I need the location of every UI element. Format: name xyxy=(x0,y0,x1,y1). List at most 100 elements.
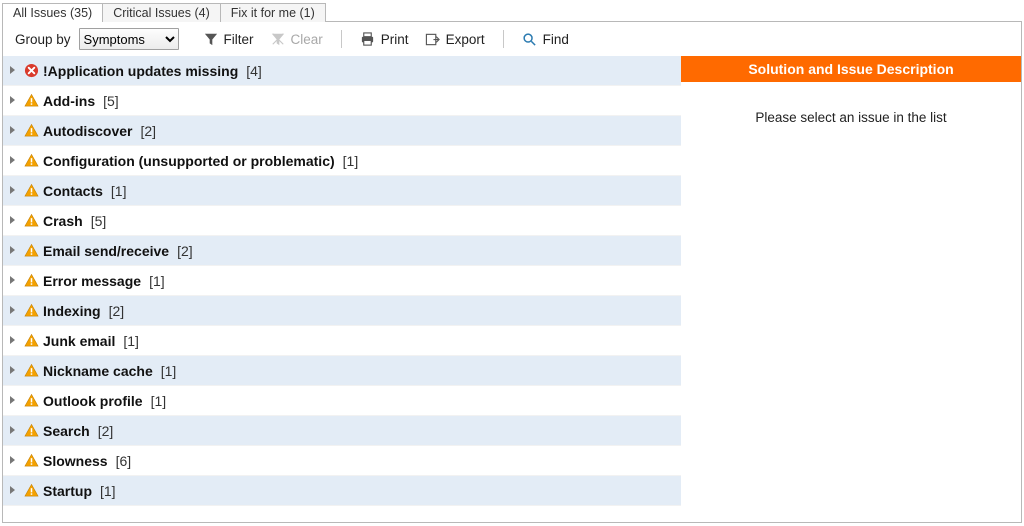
group-row[interactable]: Add-ins [5] xyxy=(3,86,681,116)
warning-icon xyxy=(23,453,39,469)
find-label: Find xyxy=(543,32,569,47)
filter-icon xyxy=(203,31,219,47)
group-label: Autodiscover xyxy=(43,123,132,139)
warning-icon xyxy=(23,483,39,499)
group-count: [2] xyxy=(177,243,193,259)
group-count: [1] xyxy=(100,483,116,499)
group-row[interactable]: !Application updates missing [4] xyxy=(3,56,681,86)
issue-group-list: !Application updates missing [4] Add-ins [5… xyxy=(3,56,681,522)
group-row[interactable]: Slowness [6] xyxy=(3,446,681,476)
error-icon xyxy=(23,63,39,79)
tab-critical-issues[interactable]: Critical Issues (4) xyxy=(102,3,221,22)
toolbar-separator xyxy=(503,30,504,48)
group-row[interactable]: Email send/receive [2] xyxy=(3,236,681,266)
tab-strip: All Issues (35)Critical Issues (4)Fix it… xyxy=(0,0,1024,22)
clear-button[interactable]: Clear xyxy=(264,29,329,49)
expand-icon xyxy=(9,246,19,256)
group-label: Startup xyxy=(43,483,92,499)
group-count: [2] xyxy=(98,423,114,439)
expand-icon xyxy=(9,66,19,76)
find-icon xyxy=(522,31,538,47)
content-area: !Application updates missing [4] Add-ins [5… xyxy=(3,56,1021,522)
toolbar-separator xyxy=(341,30,342,48)
group-row[interactable]: Startup [1] xyxy=(3,476,681,506)
group-row[interactable]: Contacts [1] xyxy=(3,176,681,206)
group-count: [1] xyxy=(343,153,359,169)
tab-fix-it-for-me[interactable]: Fix it for me (1) xyxy=(220,3,326,22)
group-by-select[interactable]: Symptoms xyxy=(79,28,179,50)
expand-icon xyxy=(9,306,19,316)
group-label: Crash xyxy=(43,213,83,229)
warning-icon xyxy=(23,123,39,139)
group-label: Junk email xyxy=(43,333,115,349)
warning-icon xyxy=(23,333,39,349)
group-label: Outlook profile xyxy=(43,393,143,409)
group-row[interactable]: Outlook profile[1] xyxy=(3,386,681,416)
print-icon xyxy=(360,31,376,47)
group-row[interactable]: Error message[1] xyxy=(3,266,681,296)
print-button[interactable]: Print xyxy=(354,29,415,49)
group-count: [5] xyxy=(103,93,119,109)
warning-icon xyxy=(23,393,39,409)
expand-icon xyxy=(9,186,19,196)
group-label: Email send/receive xyxy=(43,243,169,259)
expand-icon xyxy=(9,126,19,136)
expand-icon xyxy=(9,396,19,406)
main-panel: Group by Symptoms Filter Clear Print xyxy=(2,21,1022,523)
expand-icon xyxy=(9,216,19,226)
expand-icon xyxy=(9,486,19,496)
group-count: [1] xyxy=(161,363,177,379)
group-label: Indexing xyxy=(43,303,101,319)
expand-icon xyxy=(9,366,19,376)
group-row[interactable]: Configuration (unsupported or problemati… xyxy=(3,146,681,176)
group-label: Contacts xyxy=(43,183,103,199)
expand-icon xyxy=(9,336,19,346)
expand-icon xyxy=(9,456,19,466)
export-icon xyxy=(425,31,441,47)
group-count: [4] xyxy=(246,63,262,79)
warning-icon xyxy=(23,363,39,379)
expand-icon xyxy=(9,156,19,166)
group-row[interactable]: Nickname cache [1] xyxy=(3,356,681,386)
export-label: Export xyxy=(446,32,485,47)
clear-filter-icon xyxy=(270,31,286,47)
detail-header: Solution and Issue Description xyxy=(681,56,1021,82)
warning-icon xyxy=(23,273,39,289)
warning-icon xyxy=(23,303,39,319)
warning-icon xyxy=(23,93,39,109)
group-count: [1] xyxy=(111,183,127,199)
filter-label: Filter xyxy=(224,32,254,47)
filter-button[interactable]: Filter xyxy=(197,29,260,49)
group-count: [5] xyxy=(91,213,107,229)
expand-icon xyxy=(9,276,19,286)
group-label: Nickname cache xyxy=(43,363,153,379)
group-row[interactable]: Search [2] xyxy=(3,416,681,446)
group-label: Search xyxy=(43,423,90,439)
expand-icon xyxy=(9,96,19,106)
group-row[interactable]: Autodiscover [2] xyxy=(3,116,681,146)
group-label: !Application updates missing xyxy=(43,63,238,79)
group-label: Slowness xyxy=(43,453,108,469)
group-label: Add-ins xyxy=(43,93,95,109)
group-label: Error message xyxy=(43,273,141,289)
detail-placeholder: Please select an issue in the list xyxy=(681,110,1021,125)
group-row[interactable]: Junk email [1] xyxy=(3,326,681,356)
group-count: [2] xyxy=(140,123,156,139)
export-button[interactable]: Export xyxy=(419,29,491,49)
group-by-label: Group by xyxy=(15,32,71,47)
group-label: Configuration (unsupported or problemati… xyxy=(43,153,335,169)
tab-all-issues[interactable]: All Issues (35) xyxy=(2,3,103,22)
find-button[interactable]: Find xyxy=(516,29,575,49)
toolbar: Group by Symptoms Filter Clear Print xyxy=(3,22,1021,56)
group-count: [2] xyxy=(109,303,125,319)
group-count: [6] xyxy=(116,453,132,469)
warning-icon xyxy=(23,153,39,169)
expand-icon xyxy=(9,426,19,436)
print-label: Print xyxy=(381,32,409,47)
warning-icon xyxy=(23,213,39,229)
group-row[interactable]: Crash [5] xyxy=(3,206,681,236)
group-row[interactable]: Indexing [2] xyxy=(3,296,681,326)
warning-icon xyxy=(23,243,39,259)
warning-icon xyxy=(23,423,39,439)
group-count: [1] xyxy=(123,333,139,349)
